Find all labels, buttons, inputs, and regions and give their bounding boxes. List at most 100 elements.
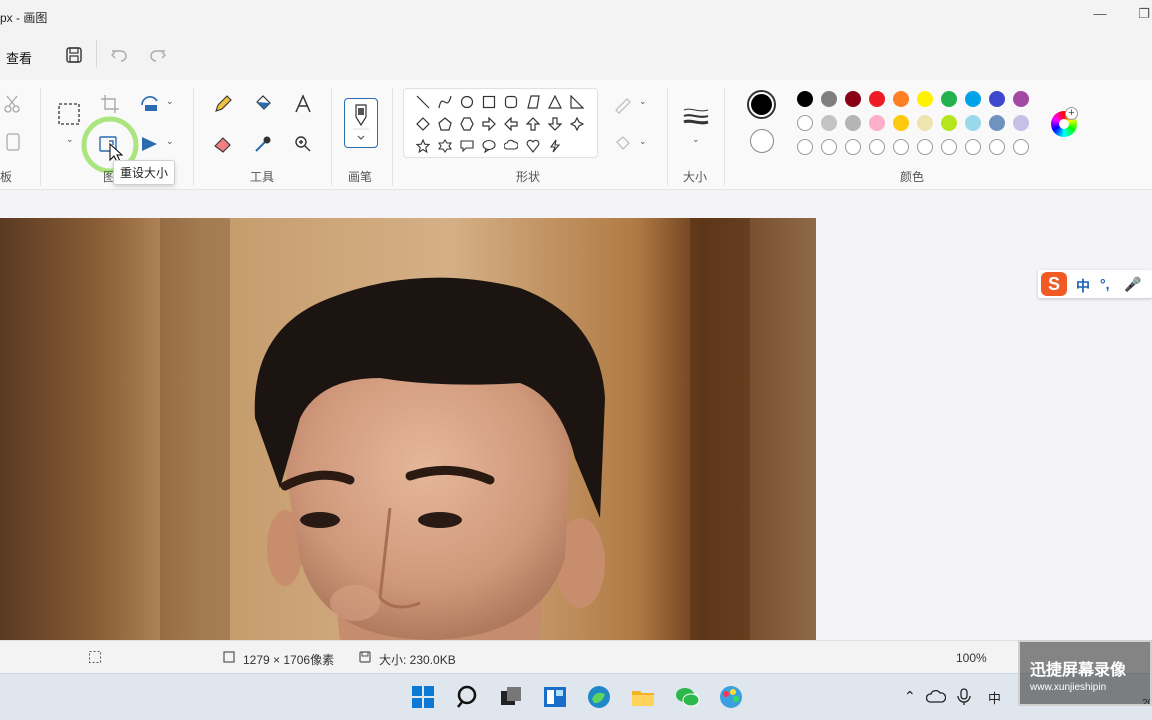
ime-chinese-mode[interactable]: 中	[1076, 276, 1090, 296]
palette-empty-swatch[interactable]	[893, 139, 909, 155]
palette-empty-swatch[interactable]	[989, 139, 1005, 155]
palette-swatch[interactable]	[821, 91, 837, 107]
size-chevron-down-icon[interactable]: ⌄	[692, 134, 700, 145]
rotate-icon[interactable]	[138, 92, 162, 116]
palette-swatch[interactable]	[941, 115, 957, 131]
zoom-level[interactable]: 100%	[956, 651, 987, 665]
text-icon[interactable]	[291, 92, 315, 116]
primary-color-swatch[interactable]	[747, 90, 776, 119]
windows-start-icon[interactable]	[410, 684, 436, 710]
paste-icon[interactable]	[0, 130, 24, 154]
palette-swatch[interactable]	[917, 115, 933, 131]
four-point-star-shape-icon[interactable]	[568, 115, 586, 133]
palette-swatch[interactable]	[989, 91, 1005, 107]
cloud-icon[interactable]	[925, 688, 947, 704]
fill-icon[interactable]	[251, 92, 275, 116]
restore-button[interactable]: ❐	[1134, 6, 1152, 24]
right-triangle-shape-icon[interactable]	[568, 93, 586, 111]
tray-chevron-up-icon[interactable]: ⌃	[904, 688, 916, 705]
palette-swatch[interactable]	[989, 115, 1005, 131]
line-size-icon[interactable]	[682, 104, 710, 128]
ime-toolbar[interactable]: S 中 °, 🎤	[1038, 270, 1152, 298]
palette-swatch[interactable]	[797, 91, 813, 107]
palette-swatch[interactable]	[869, 91, 885, 107]
curve-shape-icon[interactable]	[436, 93, 454, 111]
tray-microphone-icon[interactable]	[956, 688, 972, 706]
shape-fill-chevron-down-icon[interactable]: ⌄	[639, 136, 647, 147]
minimize-button[interactable]: —	[1090, 6, 1110, 24]
outline-chevron-down-icon[interactable]: ⌄	[639, 96, 647, 107]
input-language-indicator[interactable]: 中	[988, 688, 1001, 707]
rotate-chevron-down-icon[interactable]: ⌄	[166, 96, 174, 107]
edit-colors-icon[interactable]: +	[1051, 107, 1078, 137]
edge-browser-icon[interactable]	[586, 684, 612, 710]
widgets-icon[interactable]	[542, 684, 568, 710]
palette-swatch[interactable]	[845, 91, 861, 107]
hexagon-shape-icon[interactable]	[458, 115, 476, 133]
pencil-icon[interactable]	[211, 92, 235, 116]
diamond-shape-icon[interactable]	[414, 115, 432, 133]
palette-empty-swatch[interactable]	[797, 139, 813, 155]
palette-swatch[interactable]	[965, 91, 981, 107]
six-point-star-shape-icon[interactable]	[436, 137, 454, 155]
view-menu[interactable]: 查看	[6, 48, 32, 67]
palette-swatch[interactable]	[893, 91, 909, 107]
palette-empty-swatch[interactable]	[917, 139, 933, 155]
microphone-icon[interactable]: 🎤	[1124, 276, 1141, 293]
file-explorer-icon[interactable]	[630, 684, 656, 710]
palette-empty-swatch[interactable]	[821, 139, 837, 155]
palette-swatch[interactable]	[1013, 115, 1029, 131]
palette-swatch[interactable]	[821, 115, 837, 131]
rounded-rectangle-shape-icon[interactable]	[502, 93, 520, 111]
palette-empty-swatch[interactable]	[845, 139, 861, 155]
pentagon-shape-icon[interactable]	[436, 115, 454, 133]
triangle-shape-icon[interactable]	[546, 93, 564, 111]
rectangle-shape-icon[interactable]	[480, 93, 498, 111]
oval-callout-shape-icon[interactable]	[480, 137, 498, 155]
down-arrow-shape-icon[interactable]	[546, 115, 564, 133]
palette-empty-swatch[interactable]	[965, 139, 981, 155]
magnifier-icon[interactable]	[291, 132, 315, 156]
redo-icon[interactable]	[147, 44, 169, 66]
rect-callout-shape-icon[interactable]	[458, 137, 476, 155]
save-icon[interactable]	[63, 44, 85, 66]
palette-swatch[interactable]	[845, 115, 861, 131]
palette-empty-swatch[interactable]	[869, 139, 885, 155]
right-arrow-shape-icon[interactable]	[480, 115, 498, 133]
polygon-shape-icon[interactable]	[524, 93, 542, 111]
line-shape-icon[interactable]	[414, 93, 432, 111]
crop-icon[interactable]	[98, 92, 122, 116]
wechat-icon[interactable]	[674, 684, 700, 710]
palette-swatch[interactable]	[869, 115, 885, 131]
color-picker-icon[interactable]	[251, 132, 275, 156]
canvas-image[interactable]	[0, 218, 816, 640]
shape-fill-icon[interactable]	[611, 132, 635, 156]
ime-punctuation[interactable]: °,	[1100, 276, 1110, 292]
palette-swatch[interactable]	[917, 91, 933, 107]
cut-icon[interactable]	[0, 92, 24, 116]
brushes-button[interactable]	[344, 98, 378, 148]
outline-icon[interactable]	[611, 92, 635, 116]
palette-empty-swatch[interactable]	[941, 139, 957, 155]
lightning-shape-icon[interactable]	[546, 137, 564, 155]
cloud-callout-shape-icon[interactable]	[502, 137, 520, 155]
heart-shape-icon[interactable]	[524, 137, 542, 155]
select-chevron-down-icon[interactable]: ⌄	[66, 134, 74, 145]
paint-app-icon[interactable]	[718, 684, 744, 710]
secondary-color-swatch[interactable]	[750, 129, 774, 153]
palette-swatch[interactable]	[965, 115, 981, 131]
palette-swatch[interactable]	[941, 91, 957, 107]
palette-empty-swatch[interactable]	[1013, 139, 1029, 155]
left-arrow-shape-icon[interactable]	[502, 115, 520, 133]
flip-chevron-down-icon[interactable]: ⌄	[166, 136, 174, 147]
five-point-star-shape-icon[interactable]	[414, 137, 432, 155]
search-icon[interactable]	[454, 684, 480, 710]
palette-swatch[interactable]	[1013, 91, 1029, 107]
up-arrow-shape-icon[interactable]	[524, 115, 542, 133]
oval-shape-icon[interactable]	[458, 93, 476, 111]
task-view-icon[interactable]	[498, 684, 524, 710]
palette-swatch[interactable]	[893, 115, 909, 131]
palette-swatch[interactable]	[797, 115, 813, 131]
undo-icon[interactable]	[108, 44, 130, 66]
eraser-icon[interactable]	[211, 132, 235, 156]
